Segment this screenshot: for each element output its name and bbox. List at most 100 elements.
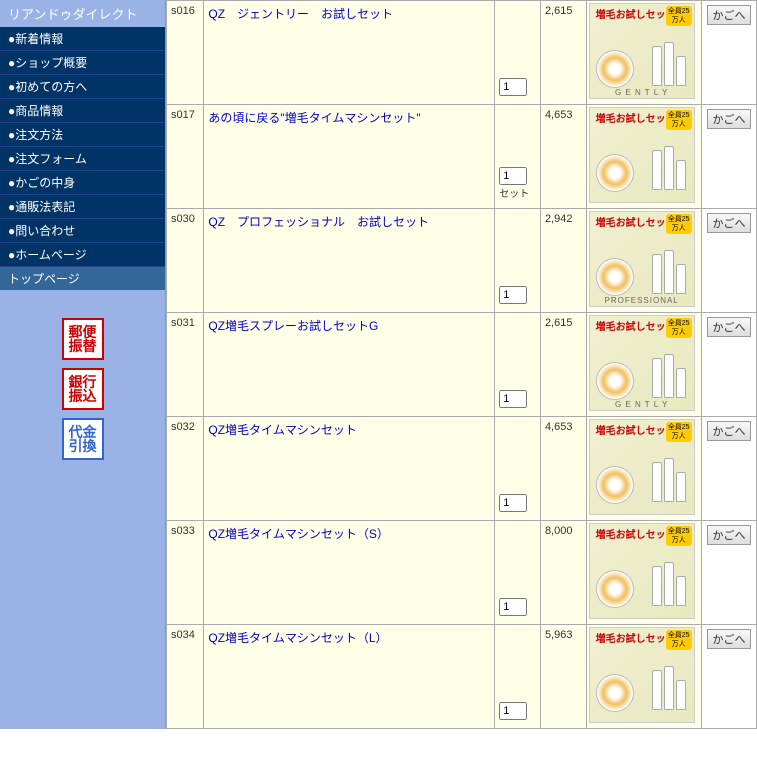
thumb-label: 増毛お試しセット <box>596 110 676 125</box>
product-id: s030 <box>167 209 204 313</box>
cart-cell: かごへ <box>701 1 756 105</box>
nav-cart[interactable]: ●かごの中身 <box>0 171 165 195</box>
add-to-cart-button[interactable]: かごへ <box>707 421 751 441</box>
product-row: s031QZ増毛スプレーお試しセットG2,615増毛お試しセット全員25万人G … <box>167 313 757 417</box>
qty-input[interactable] <box>499 167 527 185</box>
product-price: 8,000 <box>540 521 586 625</box>
cart-cell: かごへ <box>701 313 756 417</box>
bottles-icon <box>652 146 686 190</box>
disc-icon <box>596 154 634 192</box>
disc-icon <box>596 466 634 504</box>
product-id: s031 <box>167 313 204 417</box>
product-row: s017あの頃に戻る"増毛タイムマシンセット"セット4,653増毛お試しセット全… <box>167 105 757 209</box>
nav-contact[interactable]: ●問い合わせ <box>0 219 165 243</box>
disc-icon <box>596 50 634 88</box>
product-image-cell: 増毛お試しセット全員25万人G E N T L Y <box>586 1 701 105</box>
thumb-badge: 全員25万人 <box>666 110 692 130</box>
product-name-cell: QZ増毛タイムマシンセット（L） <box>204 625 495 729</box>
nav-legal[interactable]: ●通販法表記 <box>0 195 165 219</box>
qty-cell <box>495 417 541 521</box>
product-id: s016 <box>167 1 204 105</box>
product-link[interactable]: あの頃に戻る"増毛タイムマシンセット" <box>208 111 420 125</box>
nav-products[interactable]: ●商品情報 <box>0 99 165 123</box>
cart-cell: かごへ <box>701 417 756 521</box>
thumb-badge: 全員25万人 <box>666 630 692 650</box>
qty-cell <box>495 625 541 729</box>
product-thumb[interactable]: 増毛お試しセット全員25万人G E N T L Y <box>589 3 695 99</box>
nav-first[interactable]: ●初めての方へ <box>0 75 165 99</box>
product-link[interactable]: QZ プロフェッショナル お試しセット <box>208 215 429 229</box>
qty-input[interactable] <box>499 286 527 304</box>
product-thumb[interactable]: 増毛お試しセット全員25万人 <box>589 523 695 619</box>
qty-cell <box>495 313 541 417</box>
product-price: 4,653 <box>540 105 586 209</box>
nav-howto[interactable]: ●注文方法 <box>0 123 165 147</box>
product-id: s033 <box>167 521 204 625</box>
product-id: s032 <box>167 417 204 521</box>
product-name-cell: QZ ジェントリー お試しセット <box>204 1 495 105</box>
product-table: s016QZ ジェントリー お試しセット2,615増毛お試しセット全員25万人G… <box>165 0 757 729</box>
yubin-icon: 郵便 振替 <box>62 318 104 360</box>
product-thumb[interactable]: 増毛お試しセット全員25万人 <box>589 107 695 203</box>
product-price: 2,615 <box>540 313 586 417</box>
product-name-cell: QZ プロフェッショナル お試しセット <box>204 209 495 313</box>
product-price: 2,615 <box>540 1 586 105</box>
product-image-cell: 増毛お試しセット全員25万人 <box>586 625 701 729</box>
qty-input[interactable] <box>499 702 527 720</box>
add-to-cart-button[interactable]: かごへ <box>707 629 751 649</box>
product-thumb[interactable]: 増毛お試しセット全員25万人PROFESSIONAL <box>589 211 695 307</box>
qty-cell <box>495 521 541 625</box>
qty-unit: セット <box>499 185 536 200</box>
nav-new[interactable]: ●新着情報 <box>0 27 165 51</box>
payment-icons: 郵便 振替 銀行 振込 代金 引換 <box>0 290 165 488</box>
product-link[interactable]: QZ増毛タイムマシンセット（S） <box>208 527 388 541</box>
qty-input[interactable] <box>499 494 527 512</box>
add-to-cart-button[interactable]: かごへ <box>707 109 751 129</box>
product-link[interactable]: QZ増毛タイムマシンセット <box>208 423 356 437</box>
qty-input[interactable] <box>499 598 527 616</box>
thumb-label: 増毛お試しセット <box>596 630 676 645</box>
product-link[interactable]: QZ ジェントリー お試しセット <box>208 7 393 21</box>
disc-icon <box>596 362 634 400</box>
qty-cell: セット <box>495 105 541 209</box>
product-price: 4,653 <box>540 417 586 521</box>
product-thumb[interactable]: 増毛お試しセット全員25万人G E N T L Y <box>589 315 695 411</box>
add-to-cart-button[interactable]: かごへ <box>707 317 751 337</box>
bottles-icon <box>652 42 686 86</box>
disc-icon <box>596 674 634 712</box>
thumb-label: 増毛お試しセット <box>596 422 676 437</box>
product-price: 5,963 <box>540 625 586 729</box>
product-name-cell: QZ増毛タイムマシンセット <box>204 417 495 521</box>
product-image-cell: 増毛お試しセット全員25万人 <box>586 417 701 521</box>
add-to-cart-button[interactable]: かごへ <box>707 213 751 233</box>
ginko-icon: 銀行 振込 <box>62 368 104 410</box>
product-thumb[interactable]: 増毛お試しセット全員25万人 <box>589 419 695 515</box>
product-id: s034 <box>167 625 204 729</box>
product-image-cell: 増毛お試しセット全員25万人 <box>586 105 701 209</box>
thumb-badge: 全員25万人 <box>666 526 692 546</box>
add-to-cart-button[interactable]: かごへ <box>707 5 751 25</box>
nav-shop[interactable]: ●ショップ概要 <box>0 51 165 75</box>
qty-cell <box>495 1 541 105</box>
product-name-cell: あの頃に戻る"増毛タイムマシンセット" <box>204 105 495 209</box>
product-link[interactable]: QZ増毛タイムマシンセット（L） <box>208 631 387 645</box>
thumb-caption: G E N T L Y <box>590 400 694 409</box>
product-thumb[interactable]: 増毛お試しセット全員25万人 <box>589 627 695 723</box>
thumb-label: 増毛お試しセット <box>596 526 676 541</box>
nav-orderform[interactable]: ●注文フォーム <box>0 147 165 171</box>
product-name-cell: QZ増毛スプレーお試しセットG <box>204 313 495 417</box>
qty-input[interactable] <box>499 78 527 96</box>
product-link[interactable]: QZ増毛スプレーお試しセットG <box>208 319 378 333</box>
qty-input[interactable] <box>499 390 527 408</box>
sidebar: リアンドゥダイレクト ●新着情報 ●ショップ概要 ●初めての方へ ●商品情報 ●… <box>0 0 165 729</box>
bottles-icon <box>652 250 686 294</box>
thumb-badge: 全員25万人 <box>666 318 692 338</box>
product-image-cell: 増毛お試しセット全員25万人G E N T L Y <box>586 313 701 417</box>
bottles-icon <box>652 354 686 398</box>
bottles-icon <box>652 666 686 710</box>
thumb-caption: PROFESSIONAL <box>590 296 694 305</box>
add-to-cart-button[interactable]: かごへ <box>707 525 751 545</box>
cart-cell: かごへ <box>701 521 756 625</box>
nav-toppage[interactable]: トップページ <box>0 267 165 290</box>
nav-homepage[interactable]: ●ホームページ <box>0 243 165 267</box>
